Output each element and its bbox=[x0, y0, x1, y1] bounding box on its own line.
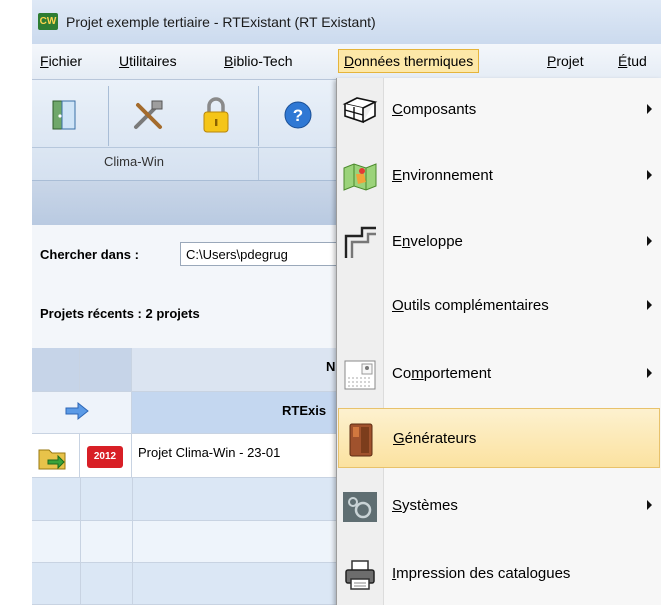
lock-icon bbox=[203, 97, 229, 133]
project-name: Projet Clima-Win - 23-01 bbox=[138, 445, 281, 460]
menu-donnees-thermiques[interactable]: Données thermiques bbox=[338, 49, 480, 73]
systems-icon bbox=[341, 490, 379, 524]
recent-projects-label: Projets récents : 2 projets bbox=[40, 306, 200, 321]
submenu-arrow-icon bbox=[647, 104, 652, 114]
submenu-arrow-icon bbox=[647, 500, 652, 510]
open-folder-icon[interactable] bbox=[38, 445, 68, 474]
column-header-n: N bbox=[326, 359, 336, 374]
menu-item-label: Générateurs bbox=[393, 430, 477, 447]
group-header: RTExis bbox=[282, 403, 327, 418]
menu-item-label: Systèmes bbox=[392, 497, 458, 514]
window-title: Projet exemple tertiaire - RTExistant (R… bbox=[66, 14, 376, 30]
menu-item-enveloppe[interactable]: Enveloppe bbox=[338, 212, 660, 272]
menu-projet[interactable]: Projet bbox=[542, 50, 589, 72]
help-button[interactable]: ? bbox=[270, 86, 326, 144]
menu-item-label: Environnement bbox=[392, 167, 493, 184]
submenu-arrow-icon bbox=[647, 236, 652, 246]
submenu-arrow-icon bbox=[647, 170, 652, 180]
menu-etude[interactable]: Étud bbox=[613, 50, 652, 72]
help-icon: ? bbox=[284, 101, 312, 129]
menu-bar: Fichier Utilitaires Biblio-Tech Données … bbox=[32, 44, 661, 80]
arrow-right-icon[interactable] bbox=[64, 400, 90, 425]
menu-item-comportement[interactable]: Comportement bbox=[338, 344, 660, 404]
menu-item-label: Composants bbox=[392, 101, 477, 118]
menu-item-generateurs[interactable]: Générateurs bbox=[338, 408, 660, 468]
app-logo-icon: CW bbox=[38, 13, 58, 30]
open-project-button[interactable] bbox=[36, 86, 92, 144]
rt2012-badge: 2012 bbox=[87, 446, 123, 468]
donnees-thermiques-menu: Composants Environnement Enveloppe Outil… bbox=[336, 78, 661, 605]
door-icon bbox=[52, 100, 76, 130]
tools-icon bbox=[134, 100, 163, 129]
printer-icon bbox=[341, 558, 379, 592]
menu-fichier[interactable]: Fichier bbox=[35, 50, 87, 72]
menu-item-systemes[interactable]: Systèmes bbox=[338, 476, 660, 536]
menu-item-label: Enveloppe bbox=[392, 233, 463, 250]
submenu-arrow-icon bbox=[647, 368, 652, 378]
menu-item-impression-catalogues[interactable]: Impression des catalogues bbox=[338, 544, 660, 604]
title-bar: CW Projet exemple tertiaire - RTExistant… bbox=[32, 0, 661, 44]
toolbar-group-label: Clima-Win bbox=[104, 154, 164, 169]
menu-utilitaires[interactable]: Utilitaires bbox=[114, 50, 182, 72]
envelope-icon bbox=[341, 226, 379, 260]
menu-item-environnement[interactable]: Environnement bbox=[338, 146, 660, 206]
components-icon bbox=[341, 94, 379, 128]
svg-text:?: ? bbox=[293, 106, 303, 125]
map-icon bbox=[341, 160, 379, 194]
menu-item-label: Outils complémentaires bbox=[392, 297, 549, 314]
boiler-icon bbox=[342, 423, 380, 457]
search-label: Chercher dans : bbox=[40, 247, 139, 262]
menu-item-label: Impression des catalogues bbox=[392, 565, 571, 582]
tools-button[interactable] bbox=[120, 86, 176, 144]
schedule-icon bbox=[341, 358, 379, 392]
menu-item-label: Comportement bbox=[392, 365, 492, 382]
submenu-arrow-icon bbox=[647, 300, 652, 310]
menu-item-outils-complementaires[interactable]: Outils complémentaires bbox=[338, 276, 660, 336]
menu-item-composants[interactable]: Composants bbox=[338, 80, 660, 140]
menu-biblio-tech[interactable]: Biblio-Tech bbox=[219, 50, 297, 72]
lock-button[interactable] bbox=[188, 86, 244, 144]
